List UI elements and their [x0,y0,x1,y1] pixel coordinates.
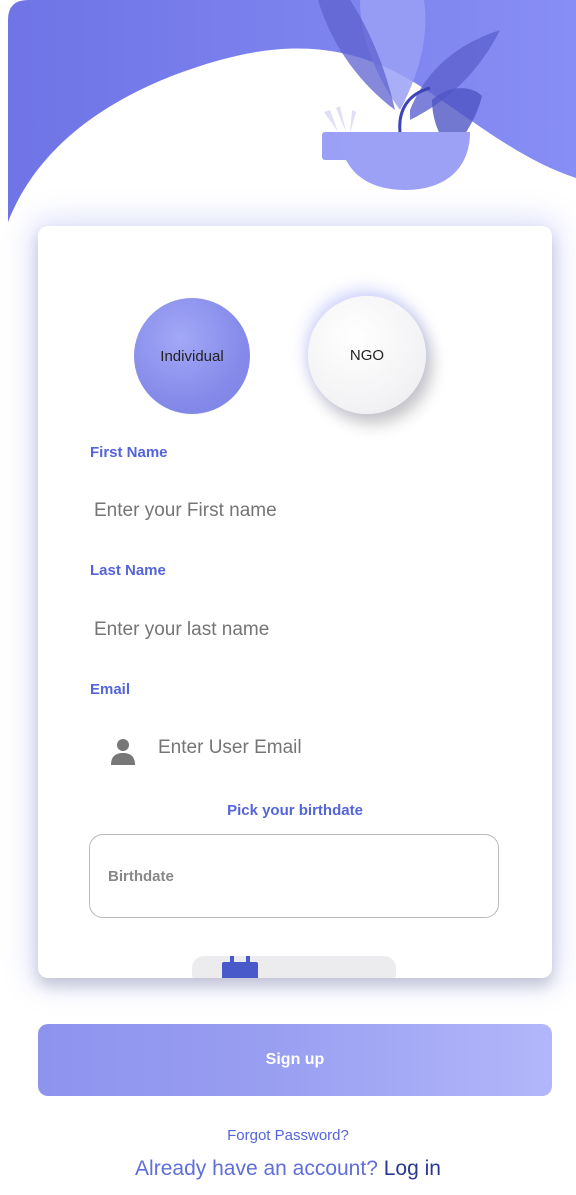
already-have-account-text: Already have an account? [135,1157,378,1180]
individual-type-label: Individual [160,347,224,365]
login-link[interactable]: Log in [384,1157,441,1180]
email-label: Email [90,681,131,698]
first-name-label: First Name [90,444,168,461]
birthdate-label: Pick your birthdate [227,802,363,819]
birthdate-placeholder: Birthdate [108,867,174,885]
signup-card: Individual NGO First Name Last Name Emai… [38,226,552,978]
signup-button[interactable]: Sign up [38,1024,552,1096]
email-input[interactable] [158,737,552,759]
ngo-type-label: NGO [349,346,385,364]
last-name-input[interactable] [94,619,494,641]
individual-type-button[interactable]: Individual [134,298,250,414]
calendar-icon [222,956,258,978]
last-name-label: Last Name [90,562,166,579]
forgot-password-link[interactable]: Forgot Password? [0,1127,576,1144]
first-name-input[interactable] [94,500,494,522]
login-prompt: Already have an account? Log in [0,1157,576,1181]
ngo-type-button[interactable]: NGO [308,296,426,414]
user-icon [111,739,135,765]
birthdate-field[interactable]: Birthdate [89,834,499,918]
header-illustration [8,0,576,222]
